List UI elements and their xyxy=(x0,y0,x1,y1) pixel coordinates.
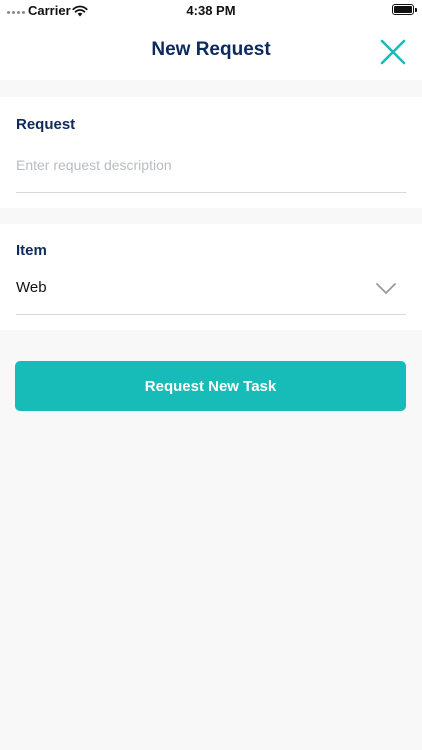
page-title: New Request xyxy=(151,39,271,60)
request-new-task-button[interactable]: Request New Task xyxy=(15,361,406,411)
request-divider xyxy=(16,192,406,193)
chevron-down-icon xyxy=(375,282,397,301)
nav-bar: New Request xyxy=(0,22,422,80)
item-label: Item xyxy=(16,242,47,259)
status-time: 4:38 PM xyxy=(186,3,236,18)
status-bar: Carrier 4:38 PM xyxy=(0,0,422,22)
item-section: Item Web xyxy=(0,224,422,330)
close-icon xyxy=(380,39,406,65)
close-button[interactable] xyxy=(378,37,408,67)
request-label: Request xyxy=(16,116,76,133)
request-description-input[interactable] xyxy=(16,154,406,176)
item-divider xyxy=(16,314,406,315)
item-select[interactable]: Web xyxy=(0,269,422,313)
request-section: Request xyxy=(0,97,422,208)
item-selected-value: Web xyxy=(16,279,47,296)
battery-icon xyxy=(392,4,417,15)
